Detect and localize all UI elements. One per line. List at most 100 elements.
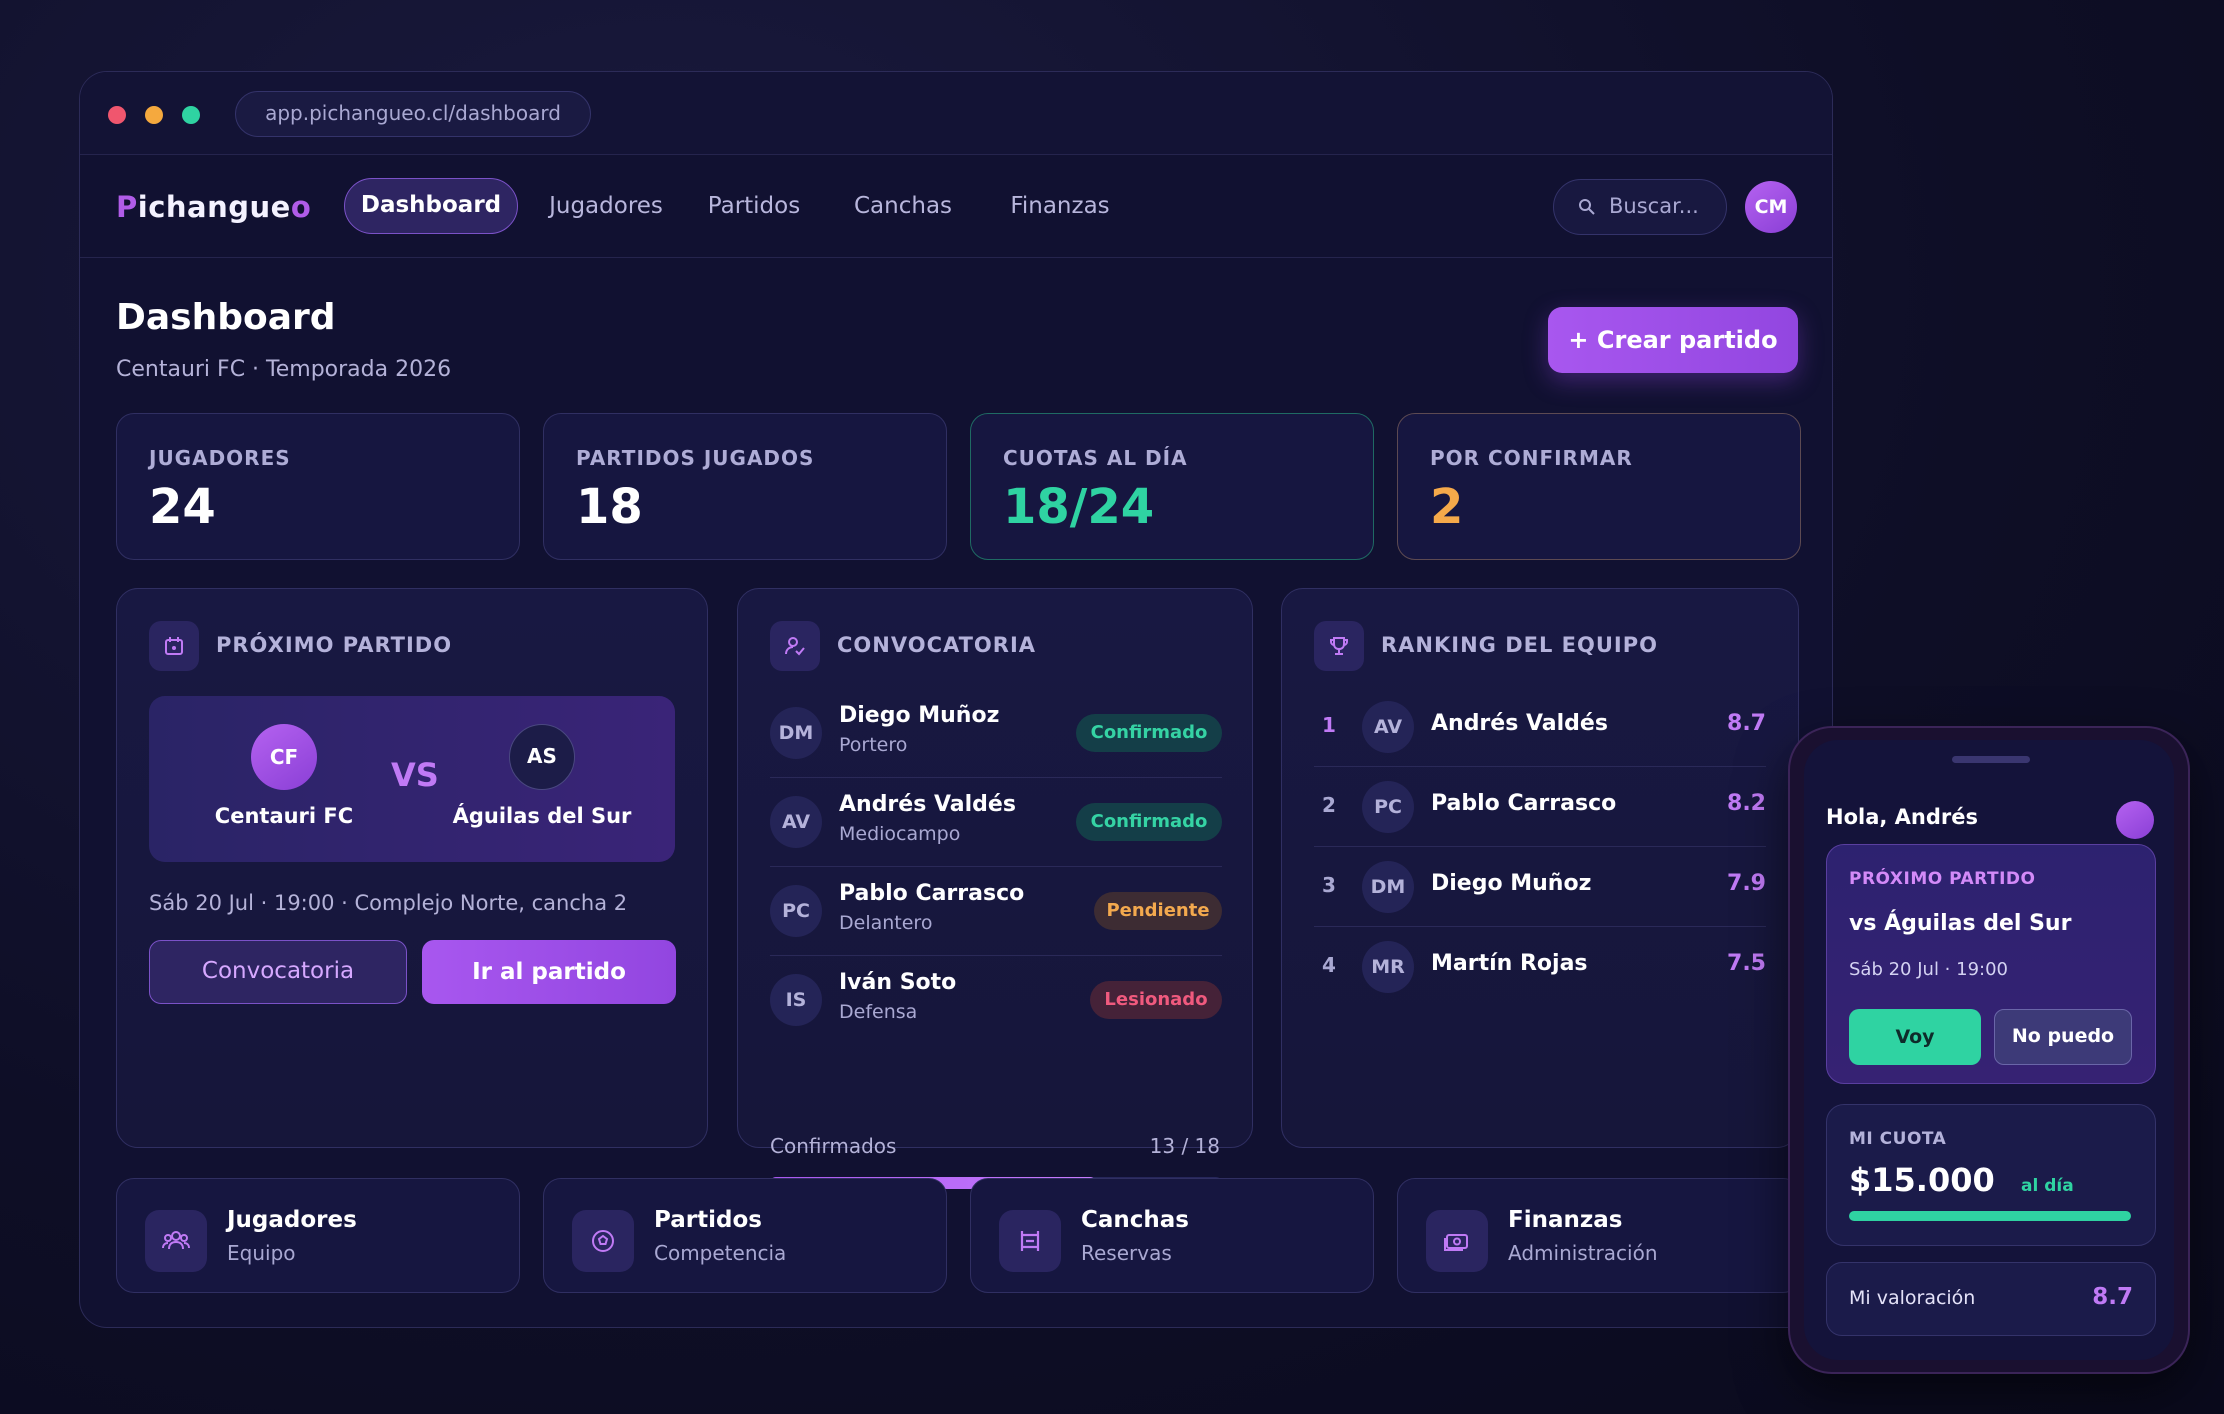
rank-position: 3 (1322, 873, 1336, 897)
ranking-row[interactable]: 4 MR Martín Rojas 7.5 (1314, 927, 1766, 1007)
module-subtitle: Administración (1508, 1241, 1658, 1265)
stat-card-partidos: PARTIDOS JUGADOS 18 (543, 413, 947, 560)
phone-avatar[interactable] (2116, 801, 2154, 839)
stat-value: 18 (576, 479, 643, 535)
player-name: Pablo Carrasco (839, 881, 1025, 906)
stat-card-por-confirmar: POR CONFIRMAR 2 (1397, 413, 1801, 560)
status-badge: Lesionado (1090, 981, 1222, 1019)
player-score: 7.9 (1727, 871, 1766, 896)
stat-card-cuotas: CUOTAS AL DÍA 18/24 (970, 413, 1374, 560)
nav-finanzas[interactable]: Finanzas (992, 178, 1128, 234)
rating-value: 8.7 (2092, 1284, 2133, 1310)
convocatoria-button[interactable]: Convocatoria (149, 940, 407, 1004)
home-team-badge: CF (251, 724, 317, 790)
maximize-window-dot[interactable] (182, 106, 200, 124)
module-subtitle: Competencia (654, 1241, 787, 1265)
stat-label: JUGADORES (149, 446, 291, 470)
stat-card-jugadores: JUGADORES 24 (116, 413, 520, 560)
decline-button[interactable]: No puedo (1994, 1009, 2132, 1065)
module-subtitle: Equipo (227, 1241, 296, 1265)
module-jugadores[interactable]: Jugadores Equipo (116, 1178, 520, 1293)
list-item[interactable]: DM Diego Muñoz Portero Confirmado (770, 689, 1222, 778)
user-avatar[interactable]: CM (1745, 181, 1797, 233)
player-initials: AV (1362, 701, 1414, 753)
player-score: 7.5 (1727, 951, 1766, 976)
player-role: Mediocampo (839, 823, 961, 845)
card-title: CONVOCATORIA (837, 633, 1037, 657)
create-match-button[interactable]: + Crear partido (1548, 307, 1798, 373)
brand-logo[interactable]: Pichangueo (116, 190, 311, 224)
nav-dashboard[interactable]: Dashboard (344, 178, 518, 234)
rank-position: 1 (1322, 713, 1336, 737)
player-initials: AV (770, 796, 822, 848)
logo-text: ichangue (137, 190, 291, 224)
phone-greeting: Hola, Andrés (1826, 805, 1978, 829)
confirmed-count: 13 / 18 (1149, 1134, 1220, 1158)
nav-jugadores[interactable]: Jugadores (538, 178, 674, 234)
nav-canchas[interactable]: Canchas (838, 178, 968, 234)
module-finanzas[interactable]: Finanzas Administración (1397, 1178, 1801, 1293)
module-partidos[interactable]: Partidos Competencia (543, 1178, 947, 1293)
away-team-badge: AS (509, 724, 575, 790)
card-title: RANKING DEL EQUIPO (1381, 633, 1658, 657)
card-title: PRÓXIMO PARTIDO (216, 633, 453, 657)
stat-label: POR CONFIRMAR (1430, 446, 1633, 470)
module-title: Canchas (1081, 1207, 1189, 1233)
money-icon (1426, 1210, 1488, 1272)
trophy-icon (1314, 621, 1364, 671)
address-bar[interactable]: app.pichangueo.cl/dashboard (235, 91, 591, 137)
player-score: 8.7 (1727, 711, 1766, 736)
page-title: Dashboard (116, 297, 336, 338)
list-item[interactable]: AV Andrés Valdés Mediocampo Confirmado (770, 778, 1222, 867)
player-name: Andrés Valdés (839, 792, 1016, 817)
attend-button[interactable]: Voy (1849, 1009, 1981, 1065)
go-to-match-button[interactable]: Ir al partido (422, 940, 676, 1004)
player-role: Portero (839, 734, 908, 756)
ranking-card: RANKING DEL EQUIPO 1 AV Andrés Valdés 8.… (1281, 588, 1799, 1148)
ranking-row[interactable]: 2 PC Pablo Carrasco 8.2 (1314, 767, 1766, 847)
list-item[interactable]: IS Iván Soto Defensa Lesionado (770, 956, 1222, 1045)
logo-letter-p: P (116, 190, 138, 224)
match-box: CF Centauri FC VS AS Águilas del Sur (149, 696, 675, 862)
phone-match-date: Sáb 20 Jul · 19:00 (1849, 959, 2008, 980)
ball-icon (572, 1210, 634, 1272)
ranking-row[interactable]: 3 DM Diego Muñoz 7.9 (1314, 847, 1766, 927)
player-role: Delantero (839, 912, 933, 934)
player-initials: PC (1362, 781, 1414, 833)
phone-fee-card: MI CUOTA $15.000 al día (1826, 1104, 2156, 1246)
fee-label: MI CUOTA (1849, 1129, 1947, 1149)
rank-position: 4 (1322, 953, 1336, 977)
phone-notch (1952, 756, 2030, 763)
fee-status: al día (2021, 1176, 2074, 1196)
module-canchas[interactable]: Canchas Reservas (970, 1178, 1374, 1293)
top-navbar: Pichangueo Dashboard Jugadores Partidos … (80, 156, 1832, 258)
nav-partidos[interactable]: Partidos (694, 178, 814, 234)
minimize-window-dot[interactable] (145, 106, 163, 124)
player-name: Pablo Carrasco (1431, 791, 1617, 816)
ranking-row[interactable]: 1 AV Andrés Valdés 8.7 (1314, 687, 1766, 767)
status-badge: Confirmado (1076, 714, 1222, 752)
rank-position: 2 (1322, 793, 1336, 817)
player-name: Martín Rojas (1431, 951, 1588, 976)
home-team-name: Centauri FC (214, 804, 354, 828)
player-initials: IS (770, 974, 822, 1026)
close-window-dot[interactable] (108, 106, 126, 124)
field-icon (999, 1210, 1061, 1272)
logo-letter-o: o (290, 190, 312, 224)
player-name: Iván Soto (839, 970, 957, 995)
phone-next-match-card: PRÓXIMO PARTIDO vs Águilas del Sur Sáb 2… (1826, 844, 2156, 1084)
player-name: Diego Muñoz (839, 703, 1000, 728)
search-placeholder: Buscar... (1609, 194, 1699, 218)
rating-label: Mi valoración (1849, 1287, 1976, 1309)
browser-toolbar: app.pichangueo.cl/dashboard (80, 72, 1832, 155)
calendar-icon (149, 621, 199, 671)
search-box[interactable]: Buscar... (1553, 179, 1727, 235)
stat-label: CUOTAS AL DÍA (1003, 446, 1188, 470)
away-team-name: Águilas del Sur (452, 804, 632, 828)
list-item[interactable]: PC Pablo Carrasco Delantero Pendiente (770, 867, 1222, 956)
convocatoria-card: CONVOCATORIA DM Diego Muñoz Portero Conf… (737, 588, 1253, 1189)
player-initials: DM (770, 707, 822, 759)
player-score: 8.2 (1727, 791, 1766, 816)
player-initials: MR (1362, 941, 1414, 993)
module-subtitle: Reservas (1081, 1241, 1172, 1265)
